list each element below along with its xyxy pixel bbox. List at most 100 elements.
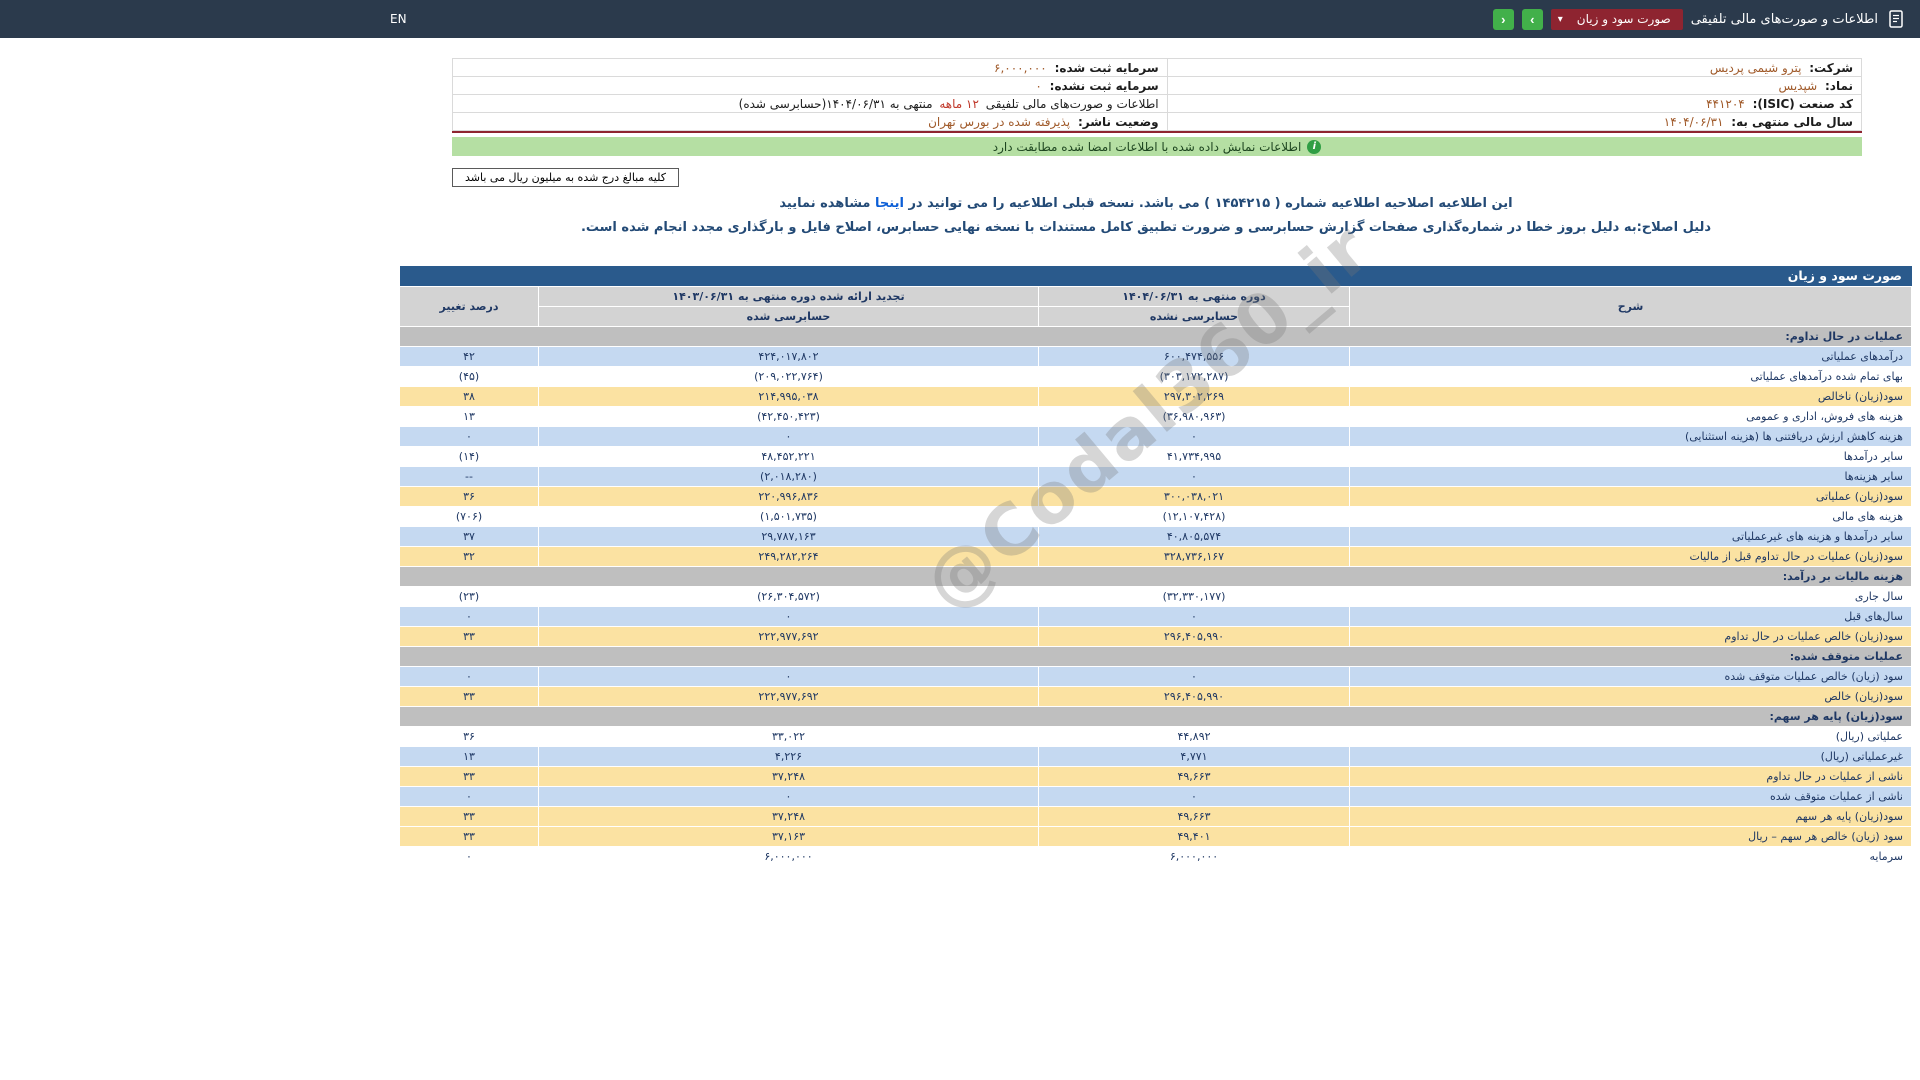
row-value-period2: ۲۴۹,۲۸۲,۲۶۴	[539, 547, 1039, 567]
row-value-period2: ۰	[539, 427, 1039, 447]
signature-match-banner: i اطلاعات نمایش داده شده با اطلاعات امضا…	[452, 137, 1862, 156]
row-value-period2: ۰	[539, 607, 1039, 627]
row-label: ناشی از عملیات در حال تداوم	[1350, 767, 1912, 787]
row-label: سود(زیان) عملیاتی	[1350, 487, 1912, 507]
row-change-percent: ۰	[400, 847, 539, 867]
row-label: سود(زیان) خالص عملیات در حال تداوم	[1350, 627, 1912, 647]
row-label: بهای تمام شده درآمدهای عملیاتی	[1350, 367, 1912, 387]
registered-capital-cell: سرمایه ثبت شده: ۶,۰۰۰,۰۰۰	[453, 59, 1168, 77]
prev-statement-button[interactable]: ›	[1522, 9, 1543, 30]
row-value-period2: (۲,۰۱۸,۲۸۰)	[539, 467, 1039, 487]
correction-text-before: این اطلاعیه اصلاحیه اطلاعیه شماره ( ۱۴۵۴…	[904, 196, 1513, 211]
statement-dropdown-value: صورت سود و زیان	[1577, 12, 1671, 26]
row-label: هزینه های مالی	[1350, 507, 1912, 527]
row-change-percent: --	[400, 467, 539, 487]
row-label: هزینه های فروش، اداری و عمومی	[1350, 407, 1912, 427]
row-value-period2: ۴۲۴,۰۱۷,۸۰۲	[539, 347, 1039, 367]
section-label: عملیات در حال تداوم:	[400, 327, 1912, 347]
fiscal-year-value: ۱۴۰۴/۰۶/۳۱	[1664, 115, 1724, 129]
row-value-period2: (۴۲,۴۵۰,۴۲۳)	[539, 407, 1039, 427]
company-info-section: شرکت: پترو شیمی پردیس سرمایه ثبت شده: ۶,…	[452, 58, 1862, 133]
row-value-period1: (۳۰۳,۱۷۲,۲۸۷)	[1039, 367, 1350, 387]
row-label: سایر درآمدها	[1350, 447, 1912, 467]
row-value-period2: ۰	[539, 787, 1039, 807]
row-value-period1: ۴۹,۶۶۳	[1039, 767, 1350, 787]
row-value-period1: ۲۹۷,۳۰۲,۲۶۹	[1039, 387, 1350, 407]
row-value-period2: ۲۲۲,۹۷۷,۶۹۲	[539, 627, 1039, 647]
issuer-status-cell: وضعیت ناشر: پذیرفته شده در بورس تهران	[453, 113, 1168, 131]
col-header-period1: دوره منتهی به ۱۴۰۴/۰۶/۳۱	[1039, 287, 1350, 307]
table-row: سود(زیان) خالص۲۹۶,۴۰۵,۹۹۰۲۲۲,۹۷۷,۶۹۲۳۳	[400, 687, 1912, 707]
col-header-period2: تجدید ارائه شده دوره منتهی به ۱۴۰۳/۰۶/۳۱	[539, 287, 1039, 307]
unregistered-capital-label: سرمایه ثبت نشده:	[1050, 79, 1159, 93]
main-content: شرکت: پترو شیمی پردیس سرمایه ثبت شده: ۶,…	[372, 58, 1920, 867]
registered-capital-value: ۶,۰۰۰,۰۰۰	[994, 61, 1047, 75]
correction-line-2: دلیل اصلاح:به دلیل بروز خطا در شماره‌گذا…	[372, 220, 1920, 235]
table-row: سرمایه۶,۰۰۰,۰۰۰۶,۰۰۰,۰۰۰۰	[400, 847, 1912, 867]
col-header-period1-audit: حسابرسی نشده	[1039, 307, 1350, 327]
row-label: عملیاتی (ریال)	[1350, 727, 1912, 747]
section-row: عملیات در حال تداوم:	[400, 327, 1912, 347]
company-name-cell: شرکت: پترو شیمی پردیس	[1167, 59, 1861, 77]
row-value-period1: ۴۰,۸۰۵,۵۷۴	[1039, 527, 1350, 547]
row-value-period2: ۲۲۲,۹۷۷,۶۹۲	[539, 687, 1039, 707]
row-label: درآمدهای عملیاتی	[1350, 347, 1912, 367]
row-label: سود(زیان) عملیات در حال تداوم قبل از مال…	[1350, 547, 1912, 567]
row-label: سود (زیان) خالص هر سهم – ریال	[1350, 827, 1912, 847]
table-row: سود (زیان) خالص عملیات متوقف شده۰۰۰	[400, 667, 1912, 687]
row-change-percent: ۳۸	[400, 387, 539, 407]
col-header-period2-audit: حسابرسی شده	[539, 307, 1039, 327]
section-label: هزینه مالیات بر درآمد:	[400, 567, 1912, 587]
table-row: غیرعملیاتی (ریال)۴,۷۷۱۴,۲۲۶۱۳	[400, 747, 1912, 767]
row-value-period2: ۰	[539, 667, 1039, 687]
statement-table-body: عملیات در حال تداوم:درآمدهای عملیاتی۶۰۰,…	[400, 327, 1912, 867]
section-row: عملیات متوقف شده:	[400, 647, 1912, 667]
report-period-prefix: اطلاعات و صورت‌های مالی تلفیقی	[986, 97, 1159, 111]
table-row: هزینه های فروش، اداری و عمومی(۳۶,۹۸۰,۹۶۳…	[400, 407, 1912, 427]
statement-table: شرح دوره منتهی به ۱۴۰۴/۰۶/۳۱ تجدید ارائه…	[399, 286, 1912, 867]
topbar-nav-cluster: اطلاعات و صورت‌های مالی تلفیقی ▾ صورت سو…	[1493, 9, 1906, 30]
correction-text-after: مشاهده نمایید	[779, 196, 875, 211]
table-row: سود(زیان) ناخالص۲۹۷,۳۰۲,۲۶۹۲۱۴,۹۹۵,۰۳۸۳۸	[400, 387, 1912, 407]
language-en-link[interactable]: EN	[390, 12, 407, 26]
report-period-suffix: منتهی به ۱۴۰۴/۰۶/۳۱(حسابرسی شده)	[739, 97, 933, 111]
symbol-value: شپدیس	[1779, 79, 1818, 93]
row-label: سایر درآمدها و هزینه های غیرعملیاتی	[1350, 527, 1912, 547]
symbol-label: نماد:	[1825, 79, 1853, 93]
row-label: سایر هزینه‌ها	[1350, 467, 1912, 487]
row-value-period1: ۶۰۰,۴۷۴,۵۵۶	[1039, 347, 1350, 367]
row-value-period1: ۰	[1039, 787, 1350, 807]
signature-match-text: اطلاعات نمایش داده شده با اطلاعات امضا ش…	[993, 140, 1302, 154]
company-name-value: پترو شیمی پردیس	[1710, 61, 1802, 75]
row-change-percent: ۳۳	[400, 807, 539, 827]
table-row: سال‌های قبل۰۰۰	[400, 607, 1912, 627]
row-change-percent: ۴۲	[400, 347, 539, 367]
row-value-period2: ۲۱۴,۹۹۵,۰۳۸	[539, 387, 1039, 407]
row-label: سود(زیان) ناخالص	[1350, 387, 1912, 407]
isic-value: ۴۴۱۲۰۴	[1706, 97, 1745, 111]
next-statement-button[interactable]: ‹	[1493, 9, 1514, 30]
row-value-period1: ۰	[1039, 667, 1350, 687]
col-header-description: شرح	[1350, 287, 1912, 327]
previous-version-link[interactable]: اینجا	[875, 196, 904, 211]
row-change-percent: (۱۴)	[400, 447, 539, 467]
row-change-percent: (۴۵)	[400, 367, 539, 387]
table-row: ناشی از عملیات در حال تداوم۴۹,۶۶۳۳۷,۲۴۸۳…	[400, 767, 1912, 787]
row-change-percent: ۳۷	[400, 527, 539, 547]
row-change-percent: ۰	[400, 787, 539, 807]
row-change-percent: ۳۳	[400, 687, 539, 707]
row-value-period2: ۴۸,۴۵۲,۲۲۱	[539, 447, 1039, 467]
report-icon[interactable]	[1886, 9, 1906, 29]
row-value-period1: ۳۰۰,۰۳۸,۰۲۱	[1039, 487, 1350, 507]
table-row: بهای تمام شده درآمدهای عملیاتی(۳۰۳,۱۷۲,۲…	[400, 367, 1912, 387]
issuer-status-label: وضعیت ناشر:	[1078, 115, 1159, 129]
row-change-percent: ۳۶	[400, 727, 539, 747]
statement-title: صورت سود و زیان	[400, 266, 1912, 286]
row-value-period2: (۲۰۹,۰۲۲,۷۶۴)	[539, 367, 1039, 387]
statement-type-dropdown[interactable]: ▾ صورت سود و زیان	[1551, 9, 1683, 30]
row-value-period2: ۲۲۰,۹۹۶,۸۳۶	[539, 487, 1039, 507]
row-value-period2: ۲۹,۷۸۷,۱۶۳	[539, 527, 1039, 547]
row-value-period1: ۲۹۶,۴۰۵,۹۹۰	[1039, 627, 1350, 647]
row-label: هزینه کاهش ارزش دریافتنی ها (هزینه استثن…	[1350, 427, 1912, 447]
table-row: سود(زیان) خالص عملیات در حال تداوم۲۹۶,۴۰…	[400, 627, 1912, 647]
